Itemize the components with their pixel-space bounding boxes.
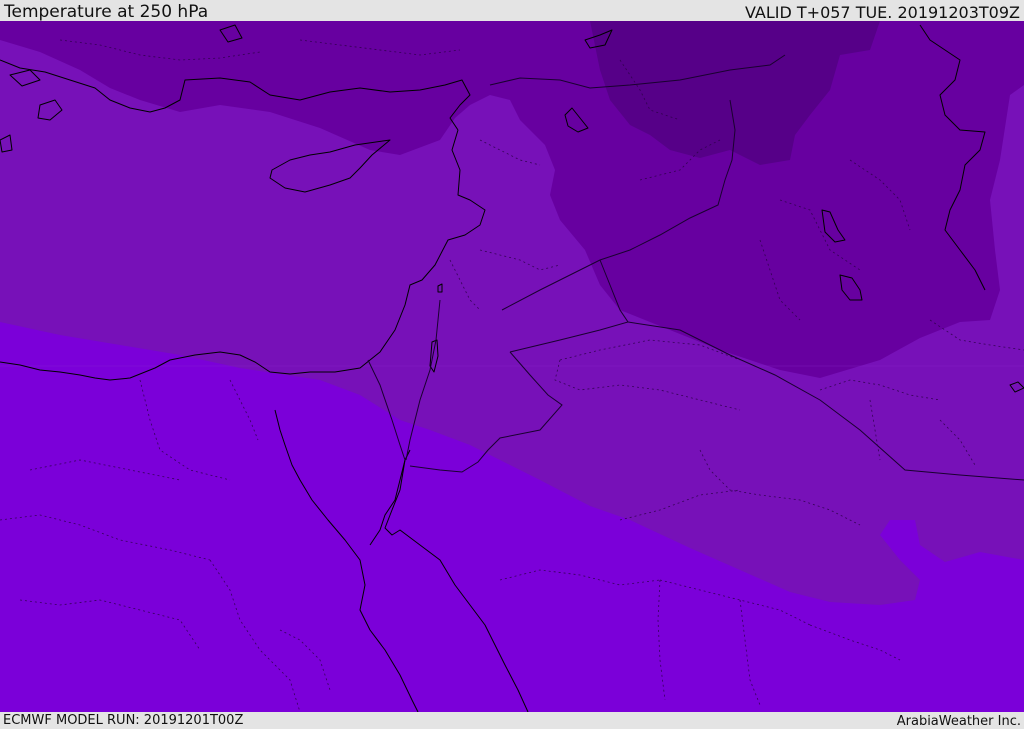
header-bar: Temperature at 250 hPa VALID T+057 TUE. … [0,0,1024,22]
footer-bar: ECMWF MODEL RUN: 20191201T00Z ArabiaWeat… [0,712,1024,729]
valid-time-label: VALID T+057 TUE. 20191203T09Z [744,3,1020,22]
map-svg [0,21,1024,712]
map-title: Temperature at 250 hPa [4,2,209,22]
credit-label: ArabiaWeather Inc. [896,714,1021,729]
map-canvas[interactable] [0,21,1024,712]
model-run-label: ECMWF MODEL RUN: 20191201T00Z [3,713,244,728]
map-view: Temperature at 250 hPa VALID T+057 TUE. … [0,0,1024,729]
